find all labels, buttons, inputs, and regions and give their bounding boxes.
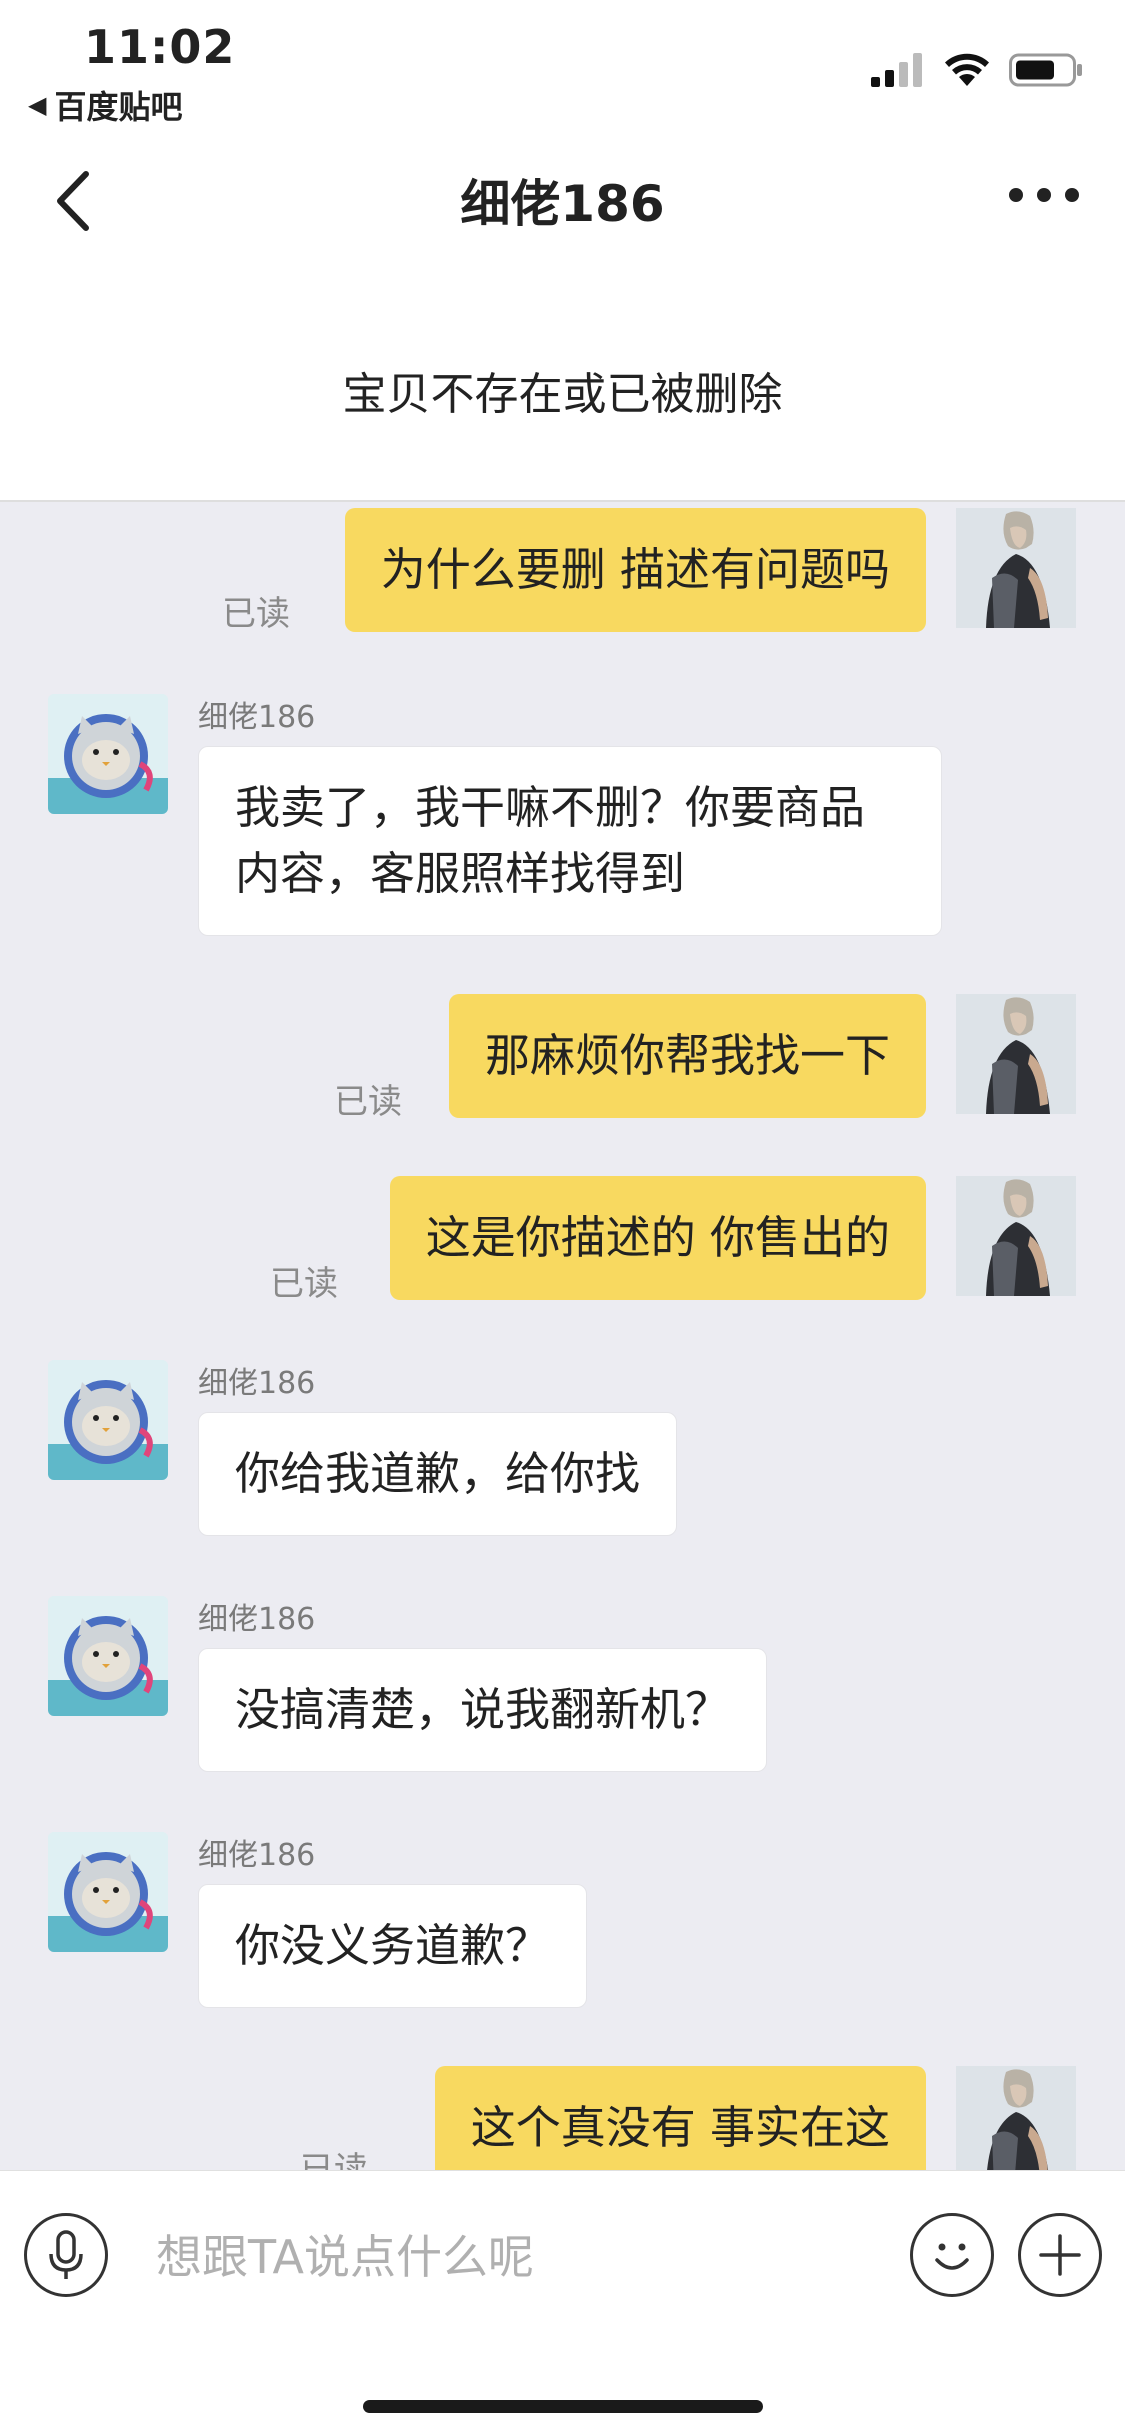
user-avatar-image bbox=[956, 994, 1076, 1114]
message-input[interactable]: 想跟TA说点什么呢 bbox=[156, 2221, 534, 2287]
wifi-icon bbox=[945, 53, 989, 86]
message-bubble-me[interactable]: 那麻烦你帮我找一下 bbox=[448, 994, 926, 1118]
user-avatar-image bbox=[956, 2066, 1076, 2170]
home-area bbox=[0, 2334, 1125, 2436]
user-avatar-image bbox=[956, 1176, 1076, 1296]
microphone-icon bbox=[49, 2230, 83, 2279]
avatar-me[interactable] bbox=[956, 508, 1076, 628]
more-icon-dot bbox=[1037, 188, 1051, 202]
message-bubble-me[interactable]: 这个真没有 事实在这 bbox=[434, 2066, 926, 2170]
nav-bar: 细佬186 bbox=[0, 130, 1125, 270]
add-button[interactable] bbox=[1018, 2213, 1102, 2297]
page-title: 细佬186 bbox=[460, 175, 665, 233]
status-bar: 11:02 ◀ 百度贴吧 bbox=[0, 0, 1125, 130]
cat-avatar-image bbox=[48, 1832, 168, 1952]
avatar-other[interactable] bbox=[48, 694, 168, 814]
message-bubble-other[interactable]: 没搞清楚，说我翻新机？ bbox=[198, 1648, 768, 1772]
avatar-me[interactable] bbox=[956, 994, 1076, 1114]
avatar-other[interactable] bbox=[48, 1596, 168, 1716]
more-button[interactable] bbox=[1009, 188, 1079, 202]
more-icon-dot bbox=[1065, 188, 1079, 202]
sender-name: 细佬186 bbox=[198, 1366, 316, 1401]
home-indicator[interactable] bbox=[363, 2400, 763, 2413]
emoji-icon bbox=[935, 2243, 969, 2270]
input-bar: 想跟TA说点什么呢 bbox=[0, 2170, 1125, 2334]
message-bubble-other[interactable]: 你给我道歉，给你找 bbox=[198, 1412, 678, 1536]
cat-avatar-image bbox=[48, 694, 168, 814]
read-status: 已读 bbox=[300, 2150, 368, 2170]
plus-icon bbox=[1039, 2234, 1081, 2276]
triangle-left-icon: ◀ bbox=[28, 91, 47, 119]
chat-list[interactable]: 已读 为什么要删 描述有问题吗 细佬186 我卖了，我干嘛不删？你要商品 内容，… bbox=[0, 502, 1125, 2170]
message-bubble-me[interactable]: 为什么要删 描述有问题吗 bbox=[344, 508, 926, 632]
avatar-me[interactable] bbox=[956, 1176, 1076, 1296]
back-app-label: 百度贴吧 bbox=[54, 88, 183, 126]
cat-avatar-image bbox=[48, 1360, 168, 1480]
read-status: 已读 bbox=[222, 594, 290, 634]
user-avatar-image bbox=[956, 508, 1076, 628]
more-icon bbox=[1009, 188, 1023, 202]
sender-name: 细佬186 bbox=[198, 700, 316, 735]
status-time: 11:02 bbox=[84, 20, 236, 74]
cellular-signal-icon bbox=[871, 53, 922, 87]
back-to-app-link[interactable]: ◀ 百度贴吧 bbox=[28, 82, 182, 128]
message-line: 我卖了，我干嘛不删？你要商品 bbox=[235, 781, 866, 834]
voice-button[interactable] bbox=[24, 2213, 108, 2297]
message-bubble-me[interactable]: 这是你描述的 你售出的 bbox=[389, 1176, 926, 1300]
sender-name: 细佬186 bbox=[198, 1602, 316, 1637]
battery-icon bbox=[1009, 53, 1082, 87]
avatar-other[interactable] bbox=[48, 1832, 168, 1952]
avatar-other[interactable] bbox=[48, 1360, 168, 1480]
avatar-me[interactable] bbox=[956, 2066, 1076, 2170]
product-notice-text: 宝贝不存在或已被删除 bbox=[342, 369, 783, 420]
message-line: 内容，客服照样找得到 bbox=[235, 847, 686, 900]
read-status: 已读 bbox=[334, 1082, 402, 1122]
message-bubble-other[interactable]: 你没义务道歉？ bbox=[198, 1884, 588, 2008]
read-status: 已读 bbox=[270, 1264, 338, 1304]
sender-name: 细佬186 bbox=[198, 1838, 316, 1873]
cat-avatar-image bbox=[48, 1596, 168, 1716]
product-notice[interactable]: 宝贝不存在或已被删除 bbox=[0, 270, 1125, 502]
message-bubble-other[interactable]: 我卖了，我干嘛不删？你要商品 内容，客服照样找得到 bbox=[198, 746, 942, 936]
status-icons bbox=[871, 52, 1083, 88]
emoji-button[interactable] bbox=[910, 2213, 994, 2297]
